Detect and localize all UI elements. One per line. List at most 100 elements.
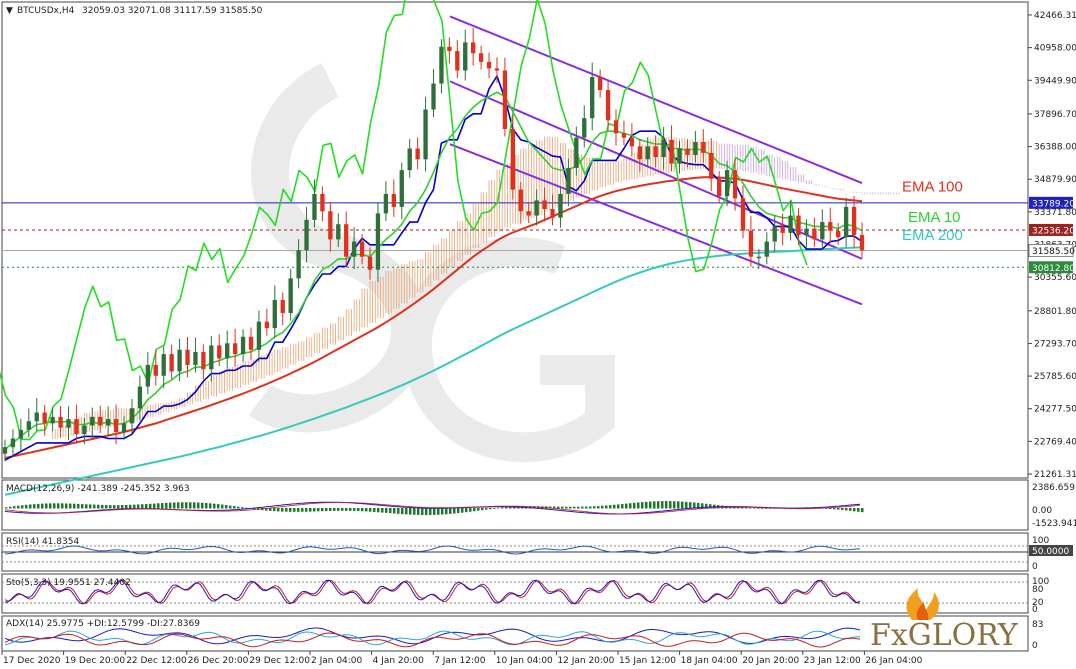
price-tick-label: 21261.31 bbox=[1034, 470, 1076, 480]
candle-body bbox=[431, 83, 436, 110]
candle-body bbox=[621, 133, 627, 138]
candle-body bbox=[637, 146, 642, 160]
macd-bar bbox=[397, 508, 400, 514]
macd-bar bbox=[233, 506, 236, 509]
macd-bar bbox=[493, 508, 496, 509]
macd-bar bbox=[189, 502, 192, 509]
macd-bar bbox=[217, 504, 220, 509]
candle-body bbox=[209, 345, 214, 370]
stoch-pane bbox=[1, 573, 1029, 614]
macd-bar bbox=[681, 501, 684, 509]
candle-body bbox=[18, 429, 24, 439]
candle-body bbox=[582, 118, 587, 138]
macd-bar bbox=[301, 508, 304, 512]
candle-body bbox=[661, 139, 666, 158]
candle-body bbox=[105, 419, 111, 426]
macd-bar bbox=[133, 504, 136, 509]
candle-body bbox=[367, 256, 373, 270]
candle-body bbox=[534, 200, 539, 216]
level-tag-price: 31585.50 bbox=[1032, 247, 1075, 257]
rsi-level-tag: 50.0000 bbox=[1032, 547, 1069, 557]
macd-bar bbox=[605, 505, 608, 509]
macd-bar bbox=[17, 505, 20, 509]
macd-bar bbox=[57, 503, 60, 509]
price-tick-label: 37896.70 bbox=[1034, 110, 1076, 120]
macd-bar bbox=[757, 508, 760, 509]
ema-label-0: EMA 100 bbox=[902, 178, 963, 195]
macd-bar bbox=[281, 508, 284, 512]
macd-bar bbox=[49, 503, 52, 509]
macd-bar bbox=[285, 508, 288, 512]
candle-body bbox=[193, 351, 198, 365]
chart-window: 42466.31 40958.00 39449.90 37896.70 36388.00… bbox=[0, 0, 1076, 669]
candle-body bbox=[248, 336, 254, 350]
macd-bar bbox=[473, 508, 476, 512]
macd-bar bbox=[609, 505, 612, 509]
macd-bar bbox=[309, 508, 312, 512]
macd-bar bbox=[33, 504, 36, 509]
candle-body bbox=[42, 412, 47, 424]
macd-bar bbox=[665, 501, 668, 509]
macd-bar bbox=[125, 504, 128, 509]
candle-body bbox=[677, 148, 682, 164]
macd-bar bbox=[65, 503, 68, 509]
macd-bar bbox=[685, 501, 688, 509]
macd-bar bbox=[849, 508, 852, 511]
macd-bar bbox=[649, 501, 652, 509]
candle-body bbox=[58, 416, 63, 428]
macd-bar bbox=[601, 505, 604, 509]
macd-bar bbox=[221, 504, 224, 509]
macd-bar bbox=[53, 503, 56, 509]
macd-bar bbox=[97, 504, 100, 509]
macd-bar bbox=[617, 504, 620, 509]
macd-bar bbox=[669, 501, 672, 509]
macd-bar bbox=[345, 508, 348, 511]
price-tick-label: 34879.90 bbox=[1034, 175, 1076, 185]
macd-bar bbox=[121, 505, 124, 509]
macd-bar bbox=[373, 508, 376, 512]
macd-bar bbox=[581, 506, 584, 509]
candle-body bbox=[113, 419, 119, 433]
macd-bar bbox=[157, 503, 160, 509]
candle-body bbox=[788, 215, 793, 233]
candle-body bbox=[320, 193, 325, 212]
macd-bar bbox=[341, 508, 344, 511]
macd-bar bbox=[577, 506, 580, 509]
macd-bar bbox=[377, 508, 380, 513]
macd-bar bbox=[841, 508, 844, 511]
candle-body bbox=[590, 77, 595, 119]
candle-body bbox=[153, 364, 158, 376]
macd-bar bbox=[569, 506, 572, 509]
candle-body bbox=[26, 421, 31, 430]
candle-body bbox=[2, 447, 8, 454]
macd-bar bbox=[861, 508, 864, 513]
candle-body bbox=[804, 228, 809, 236]
time-tick-label: 26 Jan 04:00 bbox=[865, 656, 922, 666]
macd-bar bbox=[9, 506, 12, 509]
macd-bar bbox=[653, 501, 656, 509]
candle-body bbox=[653, 146, 658, 158]
candle-body bbox=[851, 206, 857, 236]
macd-bar bbox=[149, 503, 152, 509]
macd-bar bbox=[837, 508, 840, 510]
macd-label: MACD(12,26,9) -241.389 -245.352 3.963 bbox=[6, 484, 190, 494]
adx-tick-top: 83 bbox=[1032, 620, 1043, 630]
macd-bar bbox=[173, 502, 176, 509]
macd-bar bbox=[329, 508, 332, 511]
macd-bar bbox=[465, 508, 468, 513]
price-chart[interactable]: 42466.31 40958.00 39449.90 37896.70 36388.00… bbox=[0, 0, 1076, 669]
candle-body bbox=[161, 354, 166, 376]
macd-bar bbox=[633, 502, 636, 509]
macd-bar bbox=[161, 503, 164, 509]
candle-body bbox=[423, 109, 428, 160]
macd-bar bbox=[101, 504, 104, 509]
candle-body bbox=[407, 148, 412, 171]
macd-bar bbox=[621, 503, 624, 509]
macd-bar bbox=[277, 508, 280, 512]
candle-body bbox=[669, 139, 674, 164]
macd-bar bbox=[73, 503, 76, 509]
macd-bar bbox=[325, 508, 328, 512]
macd-bar bbox=[689, 502, 692, 509]
macd-bar bbox=[25, 504, 28, 509]
macd-tick-top: 2386.659 bbox=[1032, 483, 1075, 493]
